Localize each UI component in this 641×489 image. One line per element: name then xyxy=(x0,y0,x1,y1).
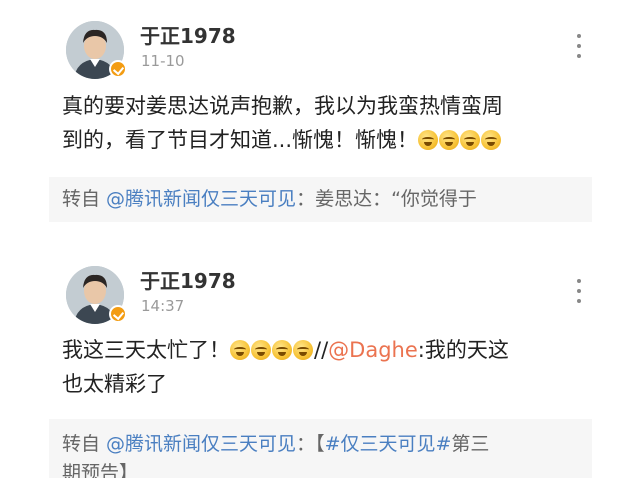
post-text-line: 也太精彩了 xyxy=(62,372,167,396)
post-text-line: 到的，看了节目才知道...惭愧！惭愧！ xyxy=(62,123,582,157)
weibo-post: 于正1978 11-10 真的要对姜思达说声抱歉，我以为我蛮热情蛮周 到的，看了… xyxy=(49,8,592,222)
crying-laughing-emoji-icon xyxy=(460,130,481,150)
post-time: 11-10 xyxy=(141,52,185,70)
post-text: 我这三天太忙了！ //@Daghe:我的天这 也太精彩了 xyxy=(62,333,582,401)
username[interactable]: 于正1978 xyxy=(140,20,236,49)
crying-laughing-emoji-icon xyxy=(293,340,313,360)
post-text-segment: 我这三天太忙了！ xyxy=(62,338,230,362)
repost-source[interactable]: 转自 @腾讯新闻仅三天可见：姜思达：“你觉得于 xyxy=(49,177,592,222)
verified-badge-icon xyxy=(109,305,127,323)
topic-hashtag-link[interactable]: #仅三天可见# xyxy=(325,433,452,455)
crying-laughing-emoji-icon xyxy=(272,340,292,360)
repost-snippet: ：姜思达：“你觉得于 xyxy=(296,188,477,210)
repost-account-link[interactable]: @腾讯新闻仅三天可见 xyxy=(106,433,296,455)
more-options-icon[interactable] xyxy=(576,34,582,64)
repost-snippet: 第三 xyxy=(451,433,490,455)
post-text-segment: :我的天这 xyxy=(417,338,509,362)
verified-badge-icon xyxy=(109,60,127,78)
crying-laughing-emoji-icon xyxy=(481,130,502,150)
username[interactable]: 于正1978 xyxy=(140,265,236,294)
post-text-segment: 到的，看了节目才知道...惭愧！惭愧！ xyxy=(62,128,419,152)
post-text-line: 真的要对姜思达说声抱歉，我以为我蛮热情蛮周 xyxy=(62,94,503,118)
repost-account-link[interactable]: @腾讯新闻仅三天可见 xyxy=(106,188,296,210)
weibo-post: 于正1978 14:37 我这三天太忙了！ //@Daghe:我的天这 也太精彩了… xyxy=(49,253,592,478)
more-options-icon[interactable] xyxy=(576,279,582,309)
repost-snippet: ：【 xyxy=(296,433,325,455)
repost-snippet: 期预告】 xyxy=(62,462,139,478)
post-text-line: 我这三天太忙了！ //@Daghe:我的天这 xyxy=(62,333,582,367)
post-time: 14:37 xyxy=(141,297,185,315)
post-text: 真的要对姜思达说声抱歉，我以为我蛮热情蛮周 到的，看了节目才知道...惭愧！惭愧… xyxy=(62,89,582,157)
repost-separator: // xyxy=(314,338,329,362)
repost-prefix: 转自 xyxy=(62,188,107,210)
crying-laughing-emoji-icon xyxy=(251,340,271,360)
repost-source[interactable]: 转自 @腾讯新闻仅三天可见：【#仅三天可见#第三期预告】 xyxy=(49,419,592,478)
crying-laughing-emoji-icon xyxy=(230,340,250,360)
repost-prefix: 转自 xyxy=(62,433,107,455)
mention-link[interactable]: @Daghe xyxy=(328,338,418,362)
crying-laughing-emoji-icon xyxy=(418,130,439,150)
crying-laughing-emoji-icon xyxy=(439,130,460,150)
